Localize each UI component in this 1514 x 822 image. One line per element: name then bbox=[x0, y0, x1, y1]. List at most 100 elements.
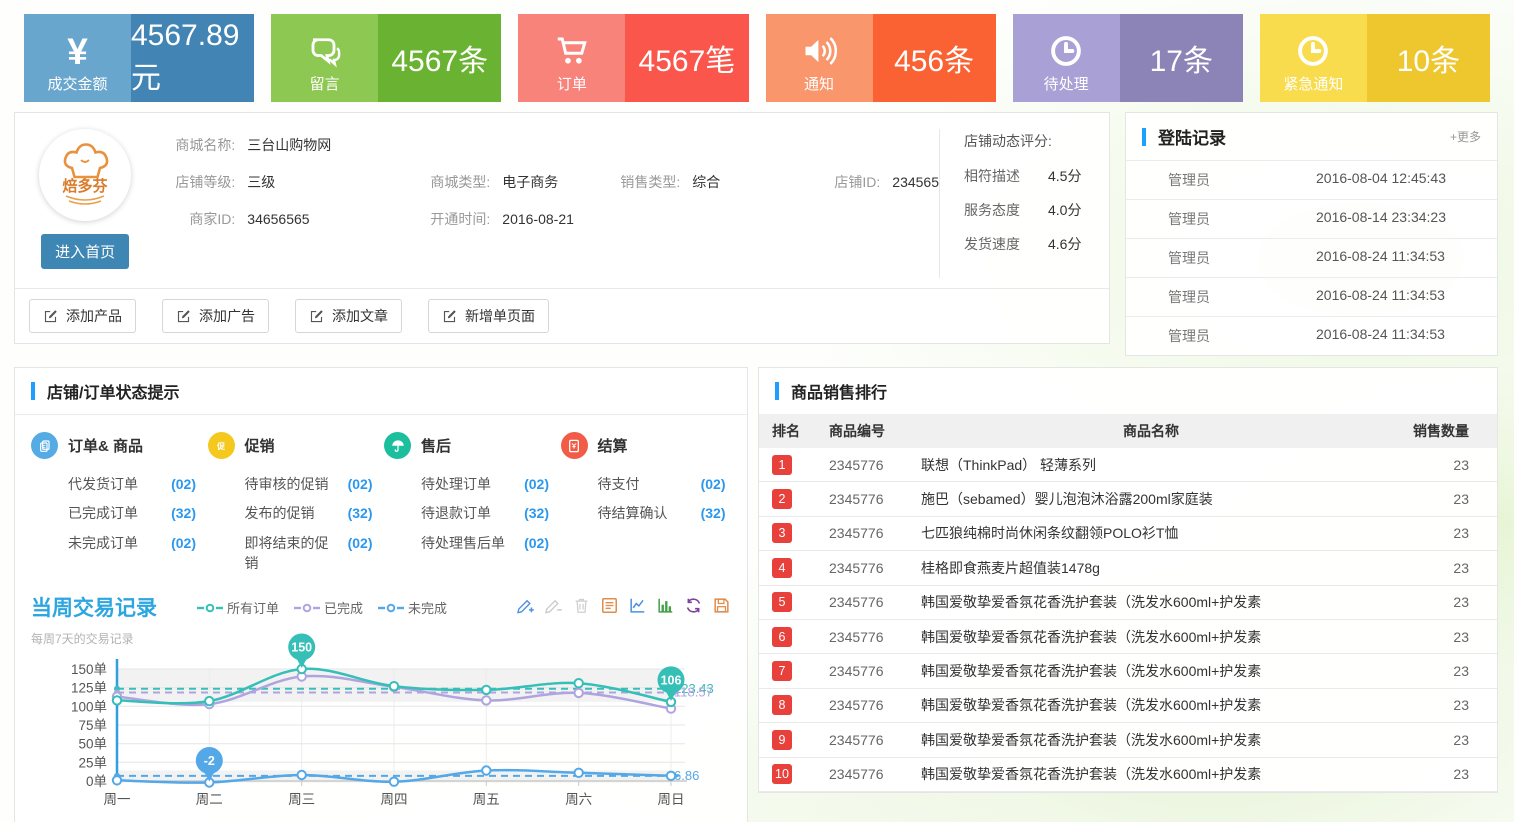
action-button[interactable]: 添加产品 bbox=[29, 299, 136, 333]
status-item[interactable]: 待支付 (02) bbox=[598, 474, 726, 494]
status-item-count[interactable]: (02) bbox=[524, 474, 549, 494]
action-button[interactable]: 添加广告 bbox=[162, 299, 269, 333]
status-item-count[interactable]: (32) bbox=[348, 503, 373, 523]
status-item[interactable]: 待结算确认(32) bbox=[598, 503, 726, 523]
stat-card-label: 待处理 bbox=[1044, 73, 1089, 94]
refresh-icon[interactable] bbox=[684, 596, 703, 615]
ranking-table-row[interactable]: 102345776韩国爱敬挚爱香氛花香洗护套装（洗发水600ml+护发素23 bbox=[759, 758, 1497, 792]
rank-badge: 5 bbox=[772, 592, 792, 612]
svg-text:75单: 75单 bbox=[78, 718, 107, 733]
line-chart-icon[interactable] bbox=[628, 596, 647, 615]
status-item-count[interactable]: (02) bbox=[348, 533, 373, 574]
ranking-table-row[interactable]: 72345776韩国爱敬挚爱香氛花香洗护套装（洗发水600ml+护发素23 bbox=[759, 654, 1497, 688]
stat-card[interactable]: 留言 4567条 bbox=[271, 14, 501, 102]
product-name: 联想（ThinkPad） 轻薄系列 bbox=[921, 455, 1381, 475]
status-item-count[interactable]: (32) bbox=[701, 503, 726, 523]
stat-card[interactable]: ¥成交金额4567.89元 bbox=[24, 14, 254, 102]
rank-badge: 2 bbox=[772, 489, 792, 509]
ranking-table-row[interactable]: 82345776韩国爱敬挚爱香氛花香洗护套装（洗发水600ml+护发素23 bbox=[759, 689, 1497, 723]
stat-card-icon-area: 留言 bbox=[271, 14, 378, 102]
header-qty: 销售数量 bbox=[1381, 421, 1497, 441]
docs-icon bbox=[37, 438, 53, 454]
stat-card[interactable]: 待处理17条 bbox=[1013, 14, 1243, 102]
rank-badge: 6 bbox=[772, 627, 792, 647]
login-time: 2016-08-24 11:34:53 bbox=[1316, 287, 1481, 307]
login-panel-title: 登陆记录 bbox=[1158, 124, 1226, 149]
legend-item[interactable]: 所有订单 bbox=[197, 598, 279, 617]
status-item[interactable]: 已完成订单(32) bbox=[68, 503, 196, 523]
status-item-count[interactable]: (02) bbox=[701, 474, 726, 494]
ranking-table-row[interactable]: 32345776七匹狼纯棉时尚休闲条纹翻领POLO衫T恤23 bbox=[759, 517, 1497, 551]
bar-chart-icon[interactable] bbox=[656, 596, 675, 615]
ranking-table-row[interactable]: 62345776韩国爱敬挚爱香氛花香洗护套装（洗发水600ml+护发素23 bbox=[759, 620, 1497, 654]
login-record-row: 管理员2016-08-24 11:34:53 bbox=[1126, 277, 1497, 316]
umbrella-icon bbox=[390, 438, 406, 454]
product-name: 韩国爱敬挚爱香氛花香洗护套装（洗发水600ml+护发素 bbox=[921, 627, 1381, 647]
status-item[interactable]: 待处理售后单(02) bbox=[421, 533, 549, 553]
ranking-table-row[interactable]: 92345776韩国爱敬挚爱香氛花香洗护套装（洗发水600ml+护发素23 bbox=[759, 723, 1497, 757]
stat-card-icon-area: 订单 bbox=[518, 14, 625, 102]
ranking-rows: 12345776联想（ThinkPad） 轻薄系列2322345776施巴（se… bbox=[759, 448, 1497, 792]
ranking-table-row[interactable]: 52345776韩国爱敬挚爱香氛花香洗护套装（洗发水600ml+护发素23 bbox=[759, 586, 1497, 620]
status-item-count[interactable]: (02) bbox=[524, 533, 549, 553]
more-link[interactable]: +更多 bbox=[1450, 128, 1481, 145]
enter-home-button[interactable]: 进入首页 bbox=[41, 234, 129, 269]
ranking-table-row[interactable]: 42345776桂格即食燕麦片超值装1478g23 bbox=[759, 551, 1497, 585]
login-panel-header: 登陆记录 +更多 bbox=[1126, 113, 1497, 160]
status-item[interactable]: 即将结束的促销(02) bbox=[245, 533, 373, 574]
status-item[interactable]: 待审核的促销(02) bbox=[245, 474, 373, 494]
stat-cards-row: ¥成交金额4567.89元留言 4567条订单4567笔通知456条待处理17条紧… bbox=[0, 0, 1514, 102]
status-group: 售后待处理订单 (02) 待退款订单(32) 待处理售后单(02) bbox=[384, 432, 561, 583]
product-code: 2345776 bbox=[829, 560, 921, 576]
header-name: 商品名称 bbox=[921, 421, 1381, 441]
status-item-label: 待支付 bbox=[598, 474, 640, 494]
stat-card-value-area: 4567笔 bbox=[625, 14, 748, 102]
status-group-name: 售后 bbox=[421, 435, 451, 456]
stat-card-label: 留言 bbox=[310, 73, 340, 94]
delete-icon[interactable] bbox=[572, 596, 591, 615]
product-qty: 23 bbox=[1381, 629, 1497, 645]
product-name: 七匹狼纯棉时尚休闲条纹翻领POLO衫T恤 bbox=[921, 523, 1381, 543]
edit-add-icon[interactable] bbox=[516, 596, 535, 615]
status-item-label: 待处理订单 bbox=[421, 474, 491, 494]
stat-card-value: 10条 bbox=[1397, 36, 1460, 80]
sale-type-field: 销售类型: 综合 bbox=[600, 172, 800, 192]
save-icon[interactable] bbox=[712, 596, 731, 615]
stat-card[interactable]: 紧急通知10条 bbox=[1260, 14, 1490, 102]
edit-remove-icon[interactable] bbox=[544, 596, 563, 615]
store-info-panel: 焙多芬 进入首页 商城名称: 三台山购物网 店铺等级: 三级 bbox=[14, 112, 1110, 344]
info-row: 焙多芬 进入首页 商城名称: 三台山购物网 店铺等级: 三级 bbox=[0, 102, 1514, 356]
status-item[interactable]: 代发货订单 (02) bbox=[68, 474, 196, 494]
store-ratings: 店铺动态评分: 相符描述 4.5分 服务态度 4.0分 发货速度 4.6分 bbox=[939, 129, 1109, 278]
ranking-table-row[interactable]: 22345776施巴（sebamed）婴儿泡泡沐浴露200ml家庭装23 bbox=[759, 482, 1497, 516]
product-qty: 23 bbox=[1381, 732, 1497, 748]
action-button[interactable]: 新增单页面 bbox=[428, 299, 549, 333]
legend-item[interactable]: 未完成 bbox=[378, 598, 447, 617]
svg-text:周二: 周二 bbox=[196, 792, 223, 807]
status-item[interactable]: 待退款订单(32) bbox=[421, 503, 549, 523]
legend-marker-icon bbox=[378, 603, 404, 613]
status-item-count[interactable]: (32) bbox=[524, 503, 549, 523]
status-item-count[interactable]: (02) bbox=[171, 533, 196, 553]
status-group-name: 结算 bbox=[598, 435, 628, 456]
data-view-icon[interactable] bbox=[600, 596, 619, 615]
product-qty: 23 bbox=[1381, 491, 1497, 507]
ranking-table-row[interactable]: 12345776联想（ThinkPad） 轻薄系列23 bbox=[759, 448, 1497, 482]
stat-card[interactable]: 通知456条 bbox=[766, 14, 996, 102]
stat-card-value-area: 4567条 bbox=[378, 14, 501, 102]
status-item[interactable]: 发布的促销(32) bbox=[245, 503, 373, 523]
legend-item[interactable]: 已完成 bbox=[294, 598, 363, 617]
stat-card[interactable]: 订单4567笔 bbox=[518, 14, 748, 102]
action-button[interactable]: 添加文章 bbox=[295, 299, 402, 333]
stat-card-label: 通知 bbox=[804, 73, 834, 94]
status-item-count[interactable]: (02) bbox=[348, 474, 373, 494]
status-item-count[interactable]: (02) bbox=[171, 474, 196, 494]
status-item[interactable]: 未完成订单(02) bbox=[68, 533, 196, 553]
edit-square-icon bbox=[43, 309, 58, 324]
status-item-count[interactable]: (32) bbox=[171, 503, 196, 523]
product-name: 桂格即食燕麦片超值装1478g bbox=[921, 558, 1381, 578]
status-item[interactable]: 待处理订单 (02) bbox=[421, 474, 549, 494]
cart-icon bbox=[554, 33, 590, 69]
status-item-label: 代发货订单 bbox=[68, 474, 138, 494]
status-group-items: 待处理订单 (02) 待退款订单(32) 待处理售后单(02) bbox=[421, 474, 561, 553]
